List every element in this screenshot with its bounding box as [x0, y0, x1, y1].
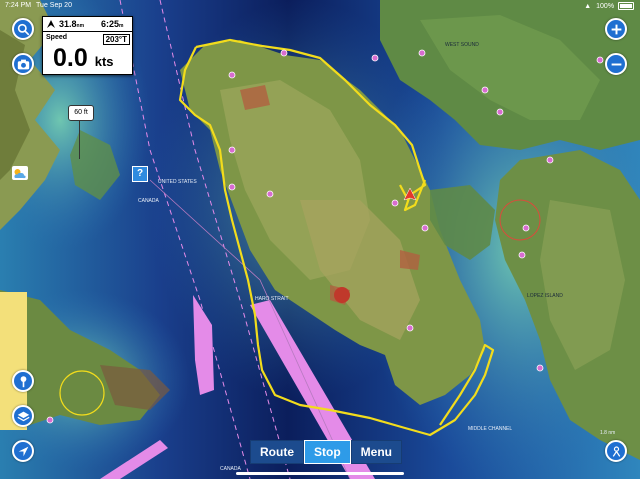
camera-button[interactable] [12, 53, 34, 75]
marina-icon[interactable] [536, 364, 544, 372]
minus-icon [611, 63, 621, 65]
status-bar: 7:24 PM Tue Sep 20 ▲ 100% [0, 0, 640, 12]
pin-button[interactable] [12, 370, 34, 392]
marina-icon[interactable] [46, 416, 54, 424]
eta-unit: m [119, 23, 124, 29]
layers-icon [17, 411, 29, 421]
weather-button[interactable] [12, 166, 28, 180]
route-button[interactable]: Route [250, 440, 304, 464]
battery-icon [618, 2, 634, 10]
person-icon [612, 445, 620, 457]
distance-unit: nm [76, 23, 85, 29]
layers-button[interactable] [12, 405, 34, 427]
marina-icon[interactable] [481, 86, 489, 94]
info-button[interactable]: ? [132, 166, 148, 182]
label-united-states: UNITED STATES [158, 179, 197, 185]
eta-value: 6:25 [101, 19, 120, 29]
zoom-out-button[interactable] [605, 53, 627, 75]
speed-value: 0.0 [53, 44, 88, 72]
depth-badge[interactable]: 60 ft [68, 105, 94, 121]
status-time: 7:24 PM [5, 2, 32, 9]
label-haro-strait: HARO STRAIT [255, 296, 289, 302]
speed-unit: kts [94, 54, 114, 69]
marina-icon[interactable] [371, 54, 379, 62]
pin-icon [20, 375, 26, 387]
search-icon [17, 23, 29, 35]
home-indicator[interactable] [236, 472, 404, 475]
label-middle-channel: MIDDLE CHANNEL [468, 426, 512, 432]
marina-icon[interactable] [228, 146, 236, 154]
danger-area [334, 287, 350, 303]
instrument-panel[interactable]: 31.8nm 6:25m Speed 203°T 0.0 kts [42, 16, 133, 75]
plus-icon [611, 24, 621, 34]
marina-icon[interactable] [280, 49, 288, 57]
instrument-top-row: 31.8nm 6:25m [43, 17, 132, 32]
menu-button[interactable]: Menu [350, 440, 403, 464]
marina-icon[interactable] [406, 324, 414, 332]
compass-icon [18, 446, 28, 456]
marina-icon[interactable] [228, 183, 236, 191]
wifi-icon: ▲ [584, 2, 592, 10]
marina-icon[interactable] [496, 108, 504, 116]
map-scale: 1.8 nm [600, 430, 615, 436]
account-button[interactable] [605, 440, 627, 462]
marina-icon[interactable] [522, 224, 530, 232]
weather-icon [14, 168, 26, 178]
depth-leader-line [79, 119, 80, 159]
marina-icon[interactable] [596, 56, 604, 64]
label-west-sound: WEST SOUND [445, 42, 479, 48]
distance-value: 31.8 [59, 19, 77, 29]
marina-icon[interactable] [266, 190, 274, 198]
marina-icon[interactable] [421, 224, 429, 232]
marina-icon[interactable] [228, 71, 236, 79]
compass-button[interactable] [12, 440, 34, 462]
label-canada: CANADA [138, 198, 160, 204]
bottom-control-bar: Route Stop Menu [250, 440, 403, 464]
marina-icon[interactable] [418, 49, 426, 57]
marina-icon[interactable] [518, 251, 526, 259]
gps-icon [47, 20, 55, 28]
marina-icon[interactable] [391, 199, 399, 207]
speed-label: Speed [46, 34, 68, 41]
marina-icon[interactable] [546, 156, 554, 164]
speed-readout: 0.0 kts [53, 45, 114, 75]
battery-percent: 100% [596, 2, 615, 10]
heading-value: 203°T [102, 34, 130, 45]
zoom-in-button[interactable] [605, 18, 627, 40]
status-date: Tue Sep 20 [36, 2, 72, 9]
label-lopez-island: LOPEZ ISLAND [527, 293, 563, 299]
stop-button[interactable]: Stop [304, 440, 351, 464]
camera-icon [17, 59, 29, 69]
search-button[interactable] [12, 18, 34, 40]
